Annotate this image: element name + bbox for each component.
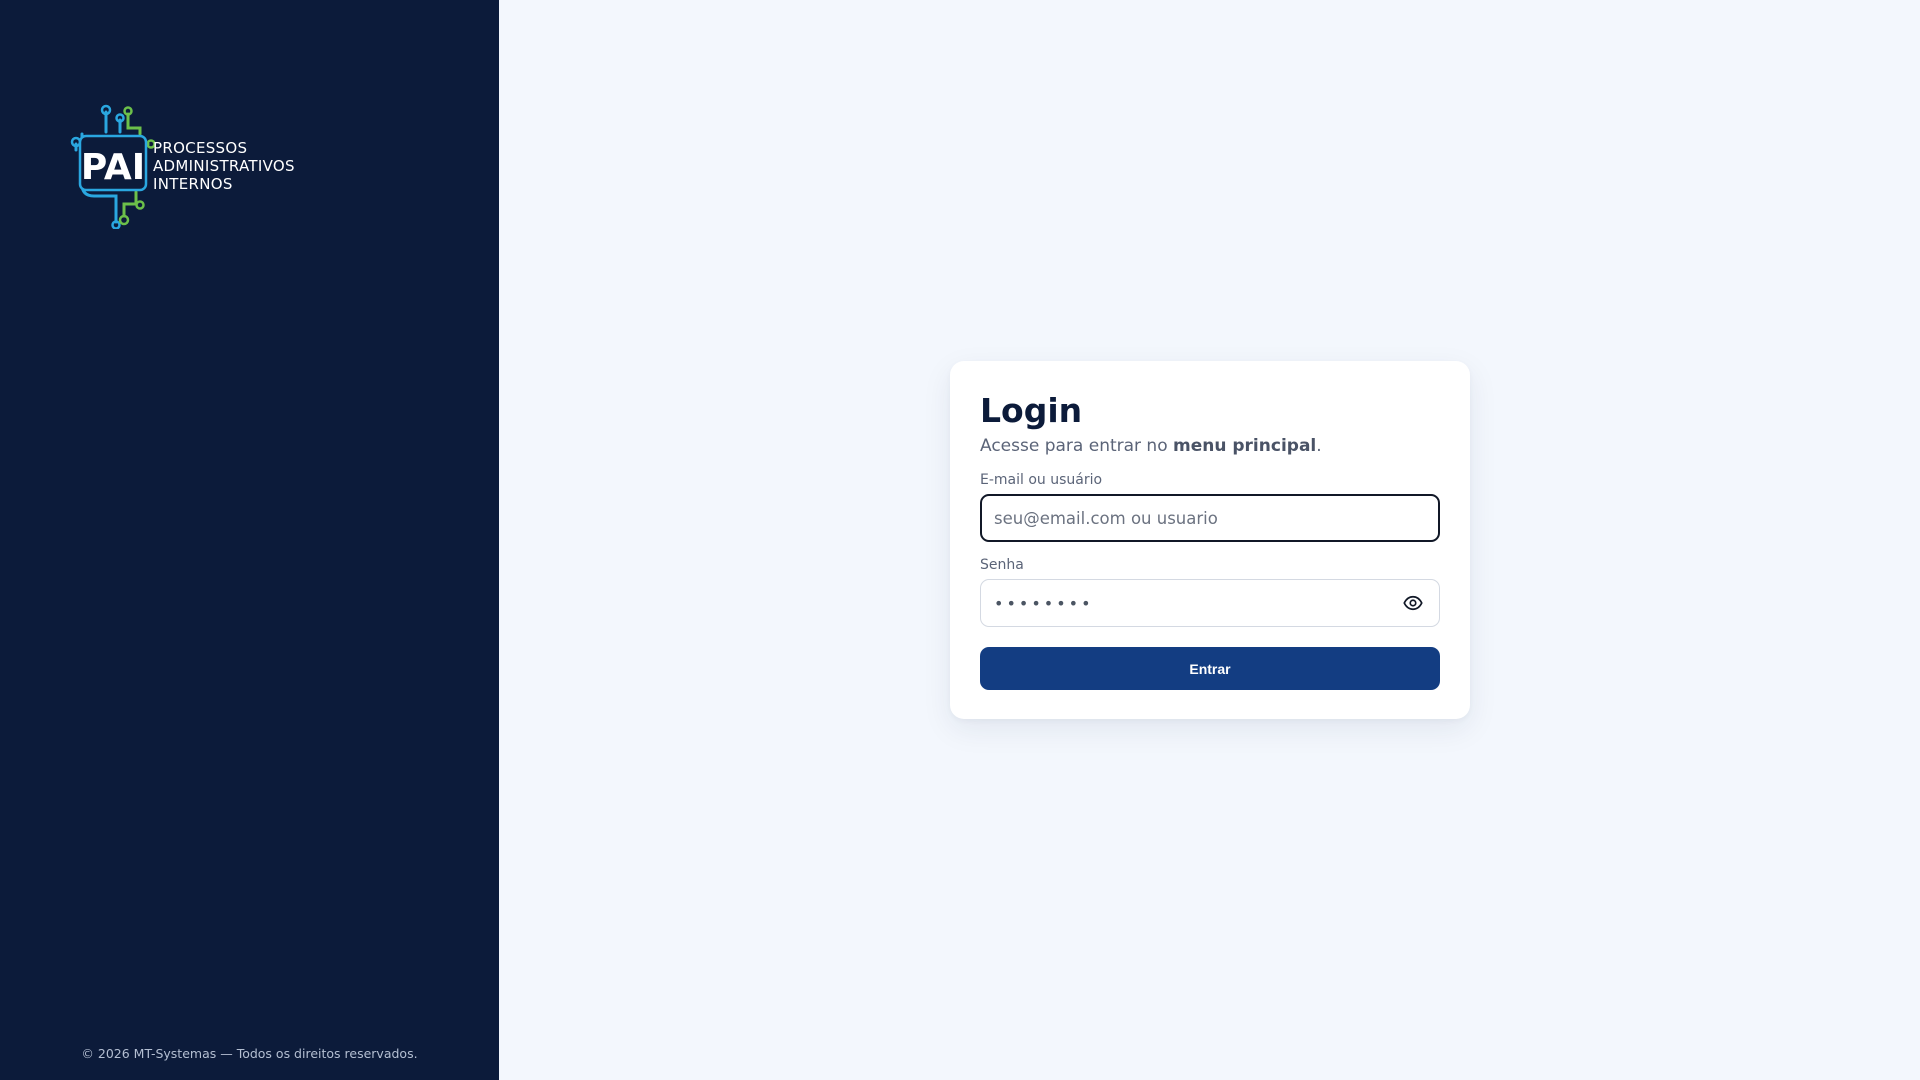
email-field-wrap [980,494,1440,542]
login-subtitle: Acesse para entrar no menu principal. [980,435,1440,457]
password-masked-value: •••••••• [994,593,1094,613]
password-label: Senha [980,557,1024,573]
brand-name-line: PROCESSOS [153,139,248,157]
login-card: Login Acesse para entrar no menu princip… [950,361,1470,719]
subtitle-bold: menu principal [1173,436,1317,456]
svg-text:PAI: PAI [81,147,145,188]
login-title: Login [980,391,1083,430]
submit-button[interactable]: Entrar [980,647,1440,690]
brand-name-line: ADMINISTRATIVOS [153,157,295,175]
subtitle-suffix: . [1316,436,1322,456]
brand-name-line: INTERNOS [153,175,233,193]
sidebar: PAI PROCESSOS ADMINISTRATIVOS INTERNOS ©… [0,0,499,1080]
brand-name: PROCESSOS ADMINISTRATIVOS INTERNOS [153,139,295,193]
password-field-wrap: •••••••• [980,579,1440,627]
subtitle-prefix: Acesse para entrar no [980,436,1174,456]
email-label: E-mail ou usuário [980,472,1103,488]
eye-icon[interactable] [1402,593,1424,613]
copyright-text: © 2026 MT-Systemas — Todos os direitos r… [81,1046,418,1061]
email-field[interactable] [980,494,1440,542]
